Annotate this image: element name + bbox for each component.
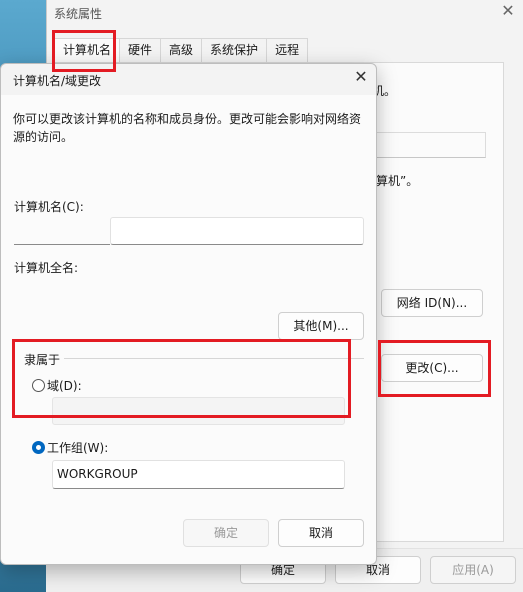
tab-advanced[interactable]: 高级 xyxy=(160,38,203,62)
highlight-box-member-of xyxy=(12,339,351,418)
background-description-field xyxy=(376,132,486,158)
network-id-button[interactable]: 网络 ID(N)... xyxy=(381,289,483,317)
computer-name-underline xyxy=(14,244,110,245)
dialog-description: 你可以更改该计算机的名称和成员身份。更改可能会影响对网络资源的访问。 xyxy=(13,112,362,144)
computer-name-input[interactable] xyxy=(110,217,364,245)
more-button[interactable]: 其他(M)... xyxy=(278,312,364,340)
workgroup-radio[interactable] xyxy=(32,441,45,454)
workgroup-label: 工作组(W): xyxy=(47,441,109,455)
full-computer-name-label: 计算机全名: xyxy=(14,261,79,275)
tab-system-protection[interactable]: 系统保护 xyxy=(201,38,268,62)
dialog-ok-button[interactable]: 确定 xyxy=(183,519,269,547)
workgroup-input[interactable]: WORKGROUP xyxy=(52,460,345,489)
close-icon[interactable]: ✕ xyxy=(499,2,517,20)
tab-remote[interactable]: 远程 xyxy=(266,38,309,62)
highlight-box-tab xyxy=(52,30,116,72)
dialog-cancel-button[interactable]: 取消 xyxy=(278,519,364,547)
system-properties-apply-button[interactable]: 应用(A) xyxy=(430,556,516,584)
computer-name-label: 计算机名(C): xyxy=(14,200,84,214)
close-icon[interactable]: ✕ xyxy=(352,68,370,86)
highlight-box-change-button xyxy=(378,340,491,397)
system-properties-title: 系统属性 xyxy=(54,7,103,21)
dialog-title: 计算机名/域更改 xyxy=(13,74,102,88)
tab-hardware[interactable]: 硬件 xyxy=(119,38,162,62)
background-partial-text: 算机”。 xyxy=(376,174,419,188)
